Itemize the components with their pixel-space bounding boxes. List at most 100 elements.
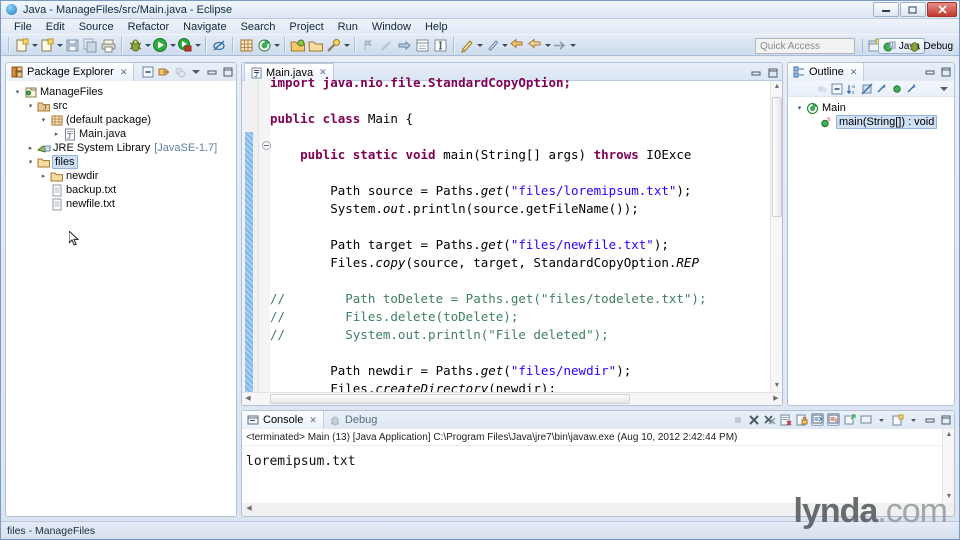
open-resource-icon[interactable] [307, 36, 325, 54]
debug-dropdown-icon[interactable] [144, 36, 151, 54]
toggle-mark-occurrences-icon[interactable] [395, 36, 413, 54]
close-button[interactable] [927, 2, 957, 17]
pin-console-icon[interactable] [843, 413, 856, 426]
maximize-icon[interactable] [939, 65, 952, 78]
editor-horizontal-scrollbar[interactable]: ◀ ▶ [242, 392, 782, 405]
collapse-all-icon[interactable] [141, 65, 154, 78]
editor-hscroll-thumb[interactable] [270, 394, 630, 404]
tree-item-files[interactable]: files [6, 155, 236, 169]
show-whitespace-icon[interactable] [413, 36, 431, 54]
tree-item-default-package[interactable]: (default package) [6, 113, 236, 127]
view-menu-icon[interactable] [938, 83, 950, 95]
run-external-tools-icon[interactable] [176, 36, 194, 54]
next-edit-location-icon[interactable] [483, 36, 501, 54]
menu-run[interactable]: Run [331, 21, 365, 33]
scroll-up-icon[interactable]: ▲ [773, 83, 781, 91]
run-dropdown-icon[interactable] [169, 36, 176, 54]
print-icon[interactable] [99, 36, 117, 54]
skip-breakpoints-icon[interactable] [210, 36, 228, 54]
menu-refactor[interactable]: Refactor [121, 21, 177, 33]
tab-package-explorer[interactable]: Package Explorer ✕ [6, 63, 135, 81]
search-icon[interactable] [325, 36, 343, 54]
save-icon[interactable] [63, 36, 81, 54]
close-icon[interactable]: ✕ [850, 67, 858, 78]
next-edit-dropdown-icon[interactable] [501, 36, 508, 54]
next-annotation-icon[interactable] [359, 36, 377, 54]
link-with-editor-icon[interactable] [157, 65, 170, 78]
menu-source[interactable]: Source [72, 21, 121, 33]
open-console-icon[interactable] [891, 413, 904, 426]
editor-vertical-scrollbar[interactable]: ▲ ▼ [770, 81, 782, 392]
tree-item-jre-system-library[interactable]: JRE System Library[JavaSE-1.7] [6, 141, 236, 155]
clear-console-icon[interactable] [779, 413, 792, 426]
forward-dropdown-icon[interactable] [544, 36, 551, 54]
expand-arrow-open-icon[interactable] [25, 102, 36, 110]
back-icon[interactable] [508, 36, 526, 54]
menu-navigate[interactable]: Navigate [176, 21, 233, 33]
source-code[interactable]: import java.nio.file.StandardCopyOption;… [270, 72, 770, 392]
tree-item-managefiles[interactable]: ManageFiles [6, 85, 236, 99]
terminate-icon[interactable] [731, 413, 744, 426]
new-java-project-icon[interactable] [38, 36, 56, 54]
show-console-on-error-icon[interactable]: x [827, 413, 840, 426]
expand-arrow-open-icon[interactable] [25, 158, 36, 166]
outline-item-main[interactable]: Main [788, 101, 954, 115]
quick-access-input[interactable]: Quick Access [755, 38, 855, 54]
menu-project[interactable]: Project [282, 21, 330, 33]
run-icon[interactable] [151, 36, 169, 54]
run-external-dropdown-icon[interactable] [194, 36, 201, 54]
forward-arrow-icon[interactable] [551, 36, 569, 54]
maximize-icon[interactable] [221, 65, 234, 78]
debug-icon[interactable] [126, 36, 144, 54]
expand-arrow-closed-icon[interactable] [25, 144, 36, 152]
expand-arrow-open-icon[interactable] [38, 116, 49, 124]
open-console-dropdown-icon[interactable] [907, 413, 920, 426]
menu-edit[interactable]: Edit [39, 21, 72, 33]
tree-item-src[interactable]: Jsrc [6, 99, 236, 113]
expand-arrow-open-icon[interactable] [12, 88, 23, 96]
new-java-class-icon[interactable] [255, 36, 273, 54]
forward-icon[interactable] [526, 36, 544, 54]
menu-search[interactable]: Search [234, 21, 283, 33]
tree-item-newdir[interactable]: newdir [6, 169, 236, 183]
tree-item-main-java[interactable]: J Main.java [6, 127, 236, 141]
outline-item-main-string-void[interactable]: Smain(String[]) : void [788, 115, 954, 129]
scroll-right-icon[interactable]: ▶ [772, 395, 780, 403]
open-type-icon[interactable] [289, 36, 307, 54]
scroll-left-icon[interactable]: ◀ [244, 395, 252, 403]
maximize-icon[interactable] [939, 413, 952, 426]
last-edit-dropdown-icon[interactable] [476, 36, 483, 54]
new-java-class-dropdown-icon[interactable] [273, 36, 280, 54]
focus-on-active-task-icon[interactable] [173, 65, 186, 78]
expand-arrow-closed-icon[interactable] [38, 172, 49, 180]
close-icon[interactable]: ✕ [120, 67, 128, 78]
hide-local-types-icon[interactable]: s [876, 83, 888, 95]
tree-item-backup-txt[interactable]: backup.txt [6, 183, 236, 197]
minimize-icon[interactable] [205, 65, 218, 78]
hide-local-icon[interactable]: L [906, 83, 918, 95]
hide-static-icon[interactable] [831, 83, 843, 95]
remove-all-launches-icon[interactable] [763, 413, 776, 426]
new-wizard-icon[interactable] [13, 36, 31, 54]
restore-button[interactable] [900, 2, 926, 17]
tree-item-newfile-txt[interactable]: newfile.txt [6, 197, 236, 211]
menu-file[interactable]: File [7, 21, 39, 33]
hide-fields-icon[interactable] [816, 83, 828, 95]
show-members-icon[interactable] [891, 83, 903, 95]
save-all-icon[interactable] [81, 36, 99, 54]
scroll-lock-icon[interactable] [795, 413, 808, 426]
new-wizard-dropdown-icon[interactable] [31, 36, 38, 54]
view-menu-icon[interactable] [189, 65, 202, 78]
minimize-button[interactable] [873, 2, 899, 17]
minimize-icon[interactable] [923, 65, 936, 78]
tab-debug[interactable]: Debug [324, 411, 383, 429]
display-selected-console-icon[interactable] [859, 413, 872, 426]
hide-nonpublic-icon[interactable] [861, 83, 873, 95]
new-java-project-dropdown-icon[interactable] [56, 36, 63, 54]
previous-annotation-icon[interactable] [377, 36, 395, 54]
scroll-up-icon[interactable]: ▲ [945, 431, 953, 439]
search-dropdown-icon[interactable] [343, 36, 350, 54]
sort-icon[interactable]: az [846, 83, 858, 95]
display-selected-dropdown-icon[interactable] [875, 413, 888, 426]
expand-arrow-open-icon[interactable] [794, 104, 805, 112]
